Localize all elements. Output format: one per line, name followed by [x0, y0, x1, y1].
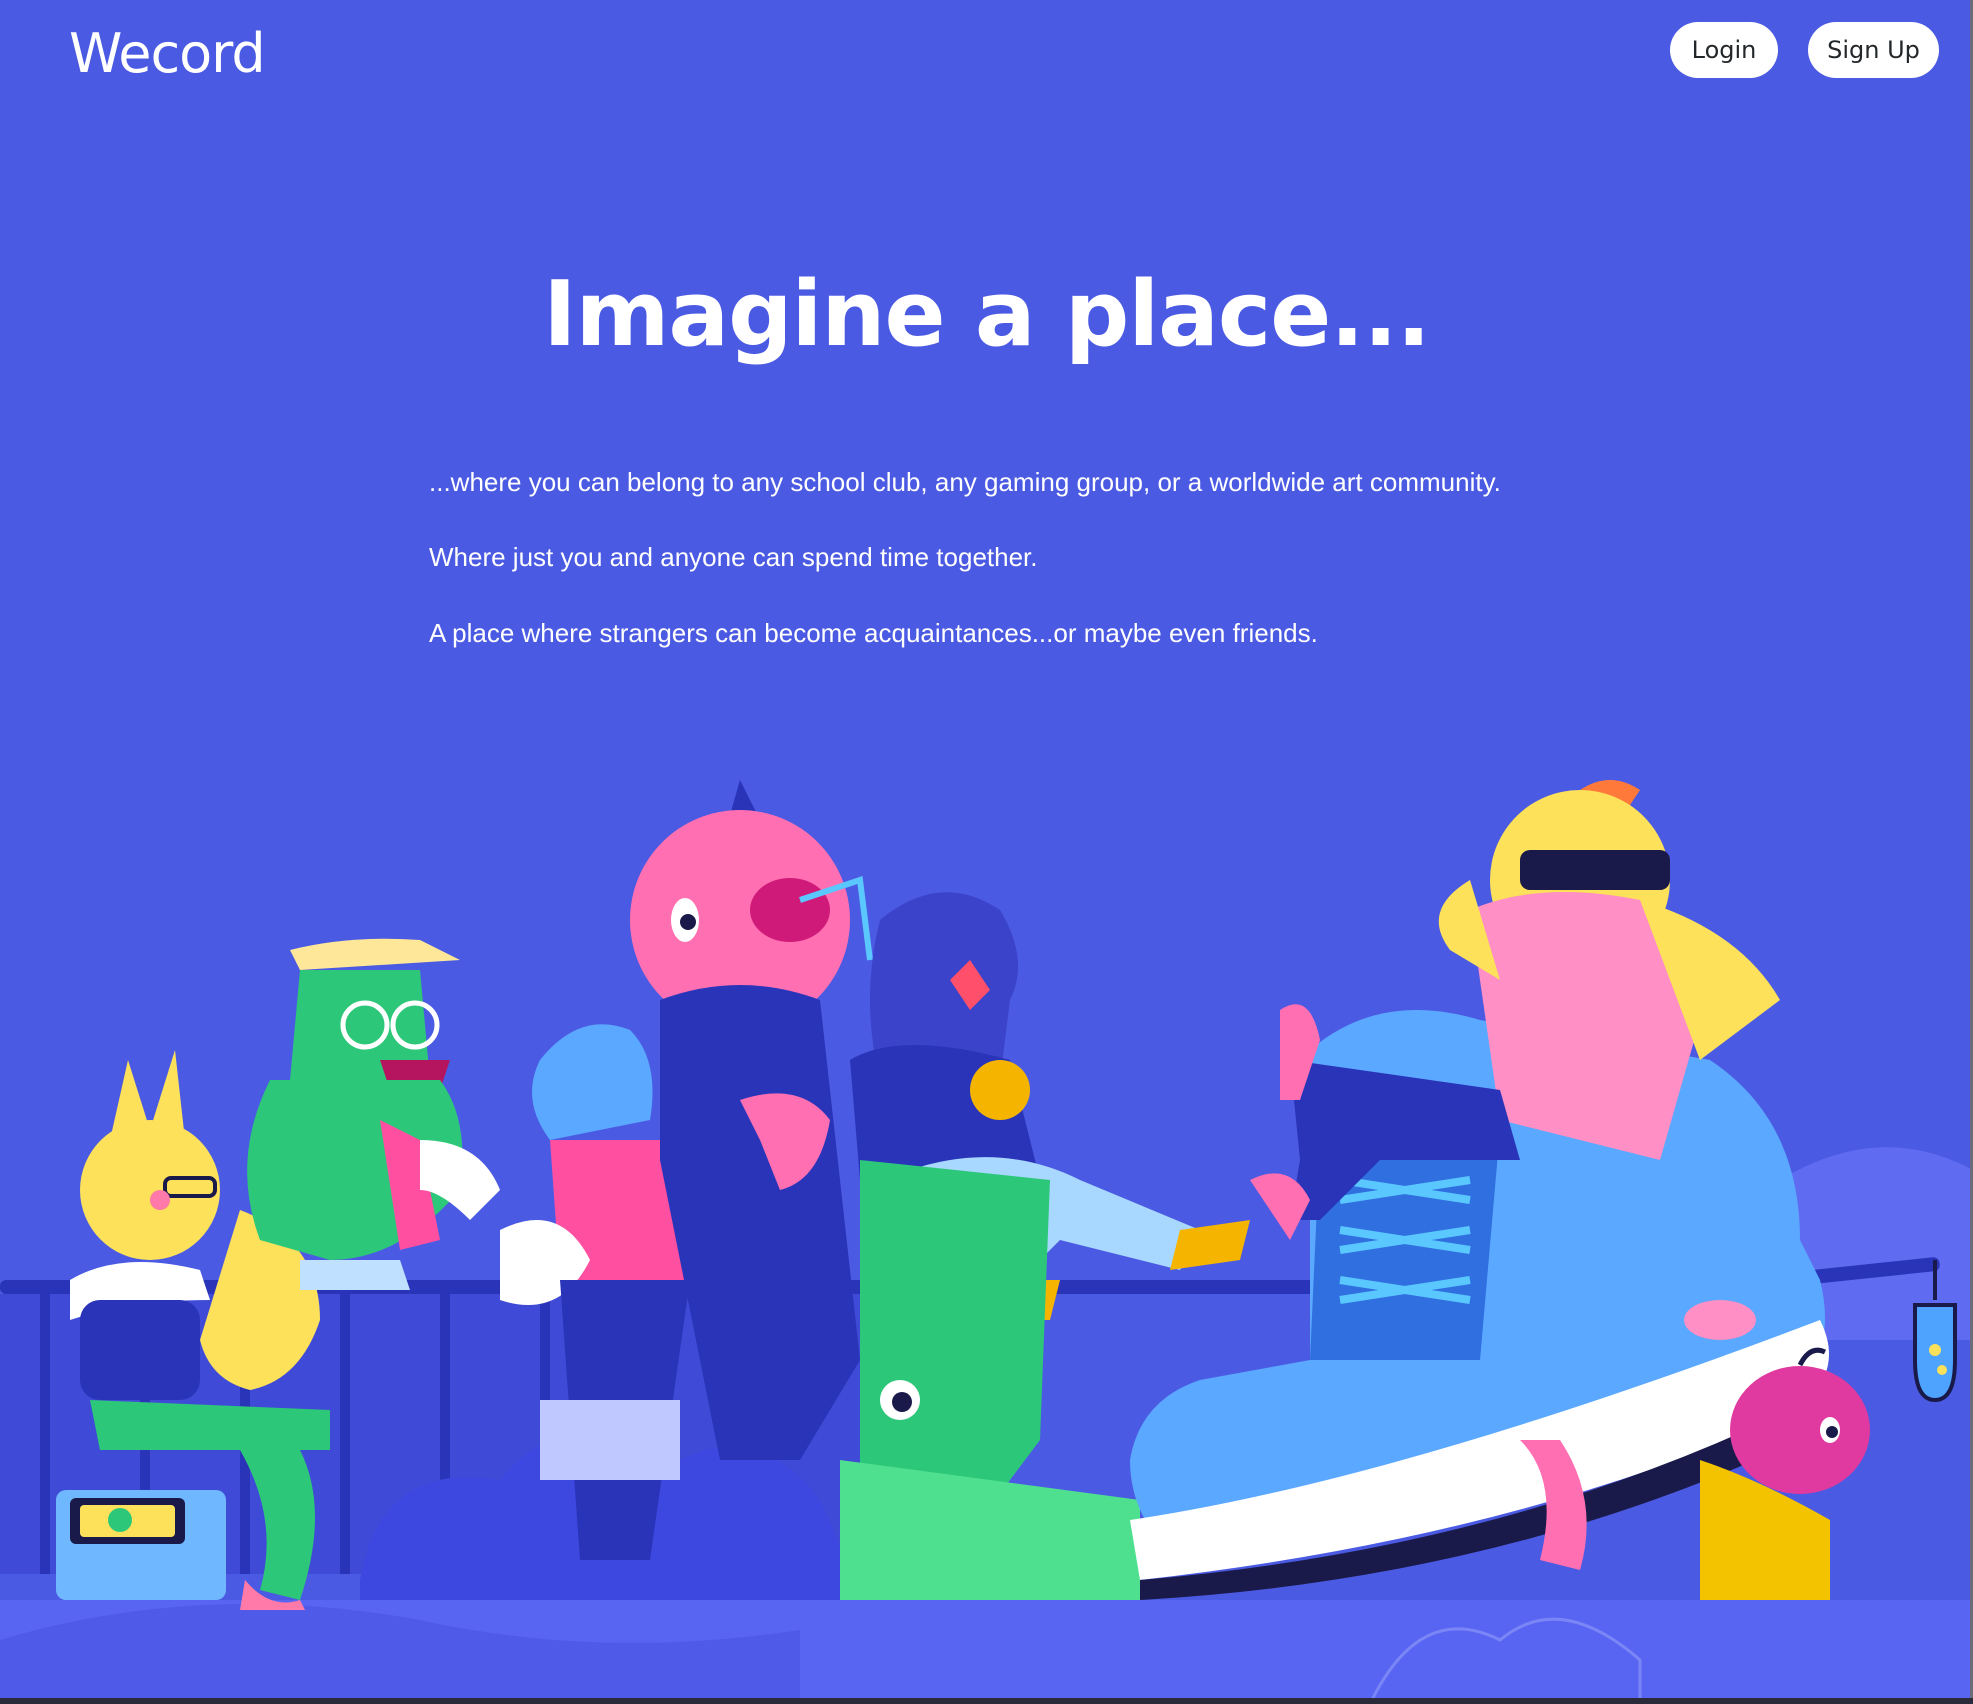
game-console — [56, 1490, 226, 1600]
hero-line-3: A place where strangers can become acqua… — [429, 618, 1318, 648]
login-button[interactable]: Login — [1670, 22, 1778, 78]
green-dino-character — [247, 938, 500, 1290]
landing-page: Wecord Login Sign Up Imagine a place... … — [0, 0, 1973, 1704]
hero-line-2: Where just you and anyone can spend time… — [429, 542, 1038, 572]
window-bottom-edge — [0, 1698, 1973, 1704]
hero-title: Imagine a place... — [543, 262, 1431, 367]
hero-line-1: ...where you can belong to any school cl… — [429, 467, 1501, 497]
logo[interactable]: Wecord — [69, 22, 266, 85]
signup-button[interactable]: Sign Up — [1808, 22, 1939, 78]
hero-illustration — [0, 780, 1973, 1704]
